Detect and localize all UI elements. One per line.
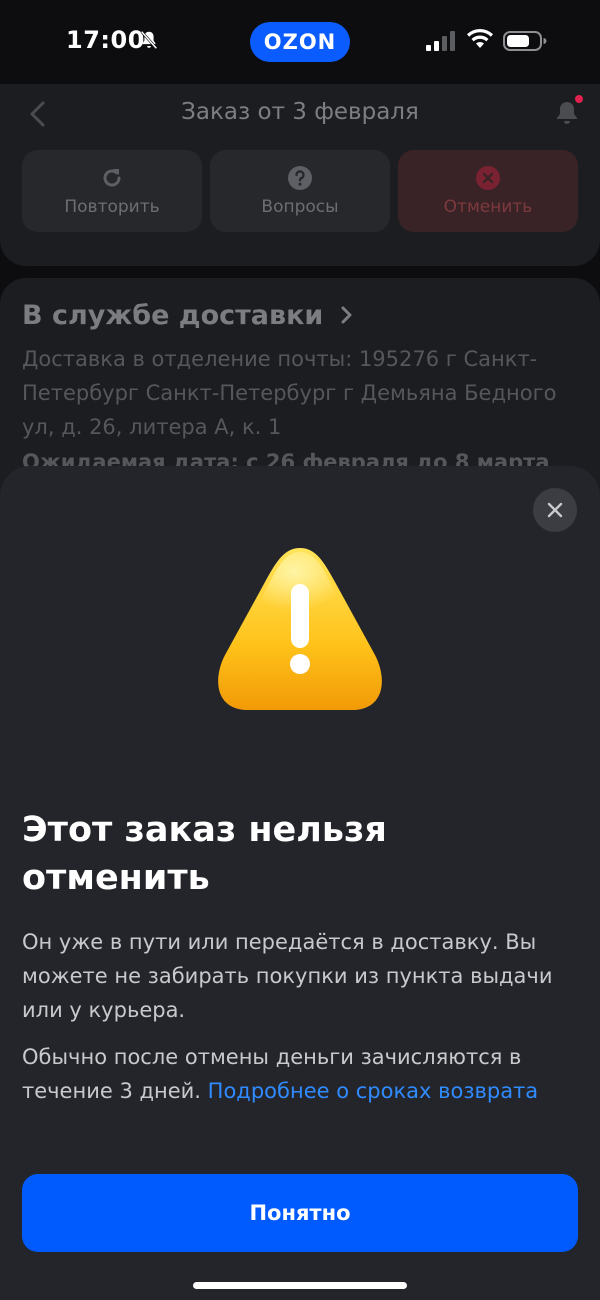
status-bar: 17:00 OZON <box>0 0 600 84</box>
sheet-description: Он уже в пути или передаётся в доставку.… <box>22 930 553 1022</box>
repeat-order-label: Повторить <box>64 197 160 217</box>
bell-muted-icon <box>140 30 158 50</box>
warning-triangle-icon <box>218 548 382 710</box>
ozon-brand-pill[interactable]: OZON <box>250 22 350 62</box>
refund-terms-link[interactable]: Подробнее о сроках возврата <box>208 1079 539 1103</box>
notification-badge <box>575 95 583 103</box>
battery-icon <box>503 31 547 51</box>
wifi-icon <box>467 28 493 48</box>
status-time: 17:00 <box>66 26 145 54</box>
repeat-order-button[interactable]: Повторить <box>22 150 202 232</box>
refresh-icon <box>103 169 121 187</box>
refund-info: Обычно после отмены деньги зачисляются в… <box>22 1040 582 1108</box>
delivery-status-text: В службе доставки <box>22 300 324 331</box>
cancel-icon <box>476 166 500 190</box>
sheet-title: Этот заказ нельзя отменить <box>22 810 387 898</box>
cellular-signal-icon <box>426 31 455 51</box>
delivery-status-title[interactable]: В службе доставки <box>22 300 355 331</box>
close-icon <box>547 502 563 518</box>
close-sheet-button[interactable] <box>533 488 577 532</box>
understood-button[interactable]: Понятно <box>22 1174 578 1252</box>
question-icon <box>288 166 312 190</box>
delivery-address: Доставка в отделение почты: 195276 г Сан… <box>22 347 557 439</box>
chevron-right-icon <box>341 306 352 324</box>
cancel-order-label: Отменить <box>443 197 533 217</box>
page-title: Заказ от 3 февраля <box>181 99 419 125</box>
cancel-order-button[interactable]: Отменить <box>398 150 578 232</box>
questions-label: Вопросы <box>261 197 339 217</box>
home-indicator[interactable] <box>193 1282 407 1289</box>
questions-button[interactable]: Вопросы <box>210 150 390 232</box>
